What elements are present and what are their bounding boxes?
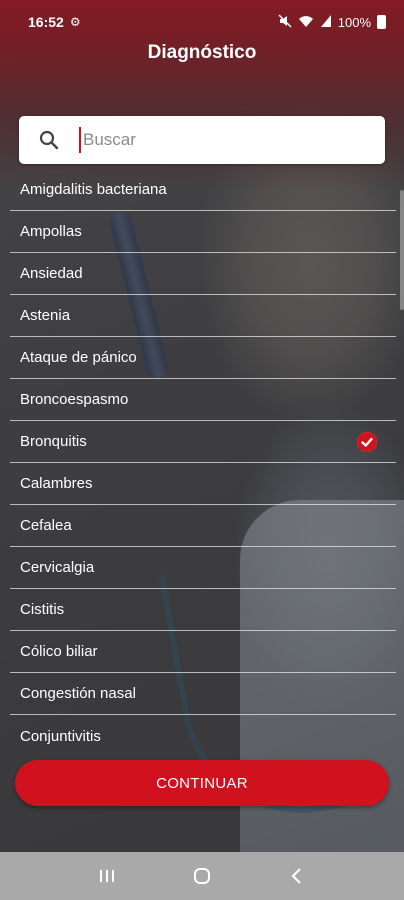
diagnosis-label: Cistitis <box>20 601 65 618</box>
check-circle-icon <box>357 432 377 452</box>
diagnosis-item[interactable]: Ataque de pánico <box>10 337 396 379</box>
diagnosis-item[interactable]: Cefalea <box>10 505 396 547</box>
diagnosis-label: Cefalea <box>20 517 72 534</box>
diagnosis-item[interactable]: Amigdalitis bacteriana <box>10 169 396 211</box>
diagnosis-item[interactable]: Cervicalgia <box>10 547 396 589</box>
settings-gear-icon: ⚙ <box>69 15 81 29</box>
diagnosis-label: Cervicalgia <box>20 559 95 576</box>
diagnosis-list: Amigdalitis bacteriana Ampollas Ansiedad As… <box>10 169 396 757</box>
diagnosis-label: Bronquitis <box>20 433 87 450</box>
diagnosis-item[interactable]: Calambres <box>10 463 396 505</box>
diagnosis-item[interactable]: Ampollas <box>10 211 396 253</box>
status-time: 16:52 <box>28 14 64 30</box>
diagnosis-label: Ampollas <box>20 223 82 240</box>
system-nav-bar <box>0 852 404 900</box>
diagnosis-item[interactable]: Astenia <box>10 295 396 337</box>
search-box[interactable] <box>19 116 385 164</box>
search-input[interactable] <box>79 127 359 153</box>
diagnosis-item[interactable]: Bronquitis <box>10 421 396 463</box>
page-title: Diagnóstico <box>147 42 257 63</box>
diagnosis-item[interactable]: Cistitis <box>10 589 396 631</box>
home-icon[interactable] <box>182 856 222 896</box>
diagnosis-label: Ataque de pánico <box>20 349 137 366</box>
diagnosis-item[interactable]: Cólico biliar <box>10 631 396 673</box>
diagnosis-label: Astenia <box>20 307 71 324</box>
recents-icon[interactable] <box>87 856 127 896</box>
continue-button[interactable]: CONTINUAR <box>15 760 389 806</box>
diagnosis-item[interactable]: Congestión nasal <box>10 673 396 715</box>
diagnosis-label: Broncoespasmo <box>20 391 129 408</box>
search-icon <box>19 130 79 150</box>
back-icon[interactable] <box>277 856 317 896</box>
wifi-icon <box>298 14 314 31</box>
diagnosis-label: Conjuntivitis <box>20 727 101 745</box>
battery-percent: 100% <box>337 14 371 30</box>
status-bar: 16:52 ⚙ 100% <box>0 0 404 44</box>
diagnosis-label: Congestión nasal <box>20 685 136 702</box>
status-icons: 100% <box>278 13 386 31</box>
scrollbar[interactable] <box>400 190 404 310</box>
signal-icon <box>320 14 332 31</box>
diagnosis-item[interactable]: Ansiedad <box>10 253 396 295</box>
diagnosis-label: Ansiedad <box>20 265 83 282</box>
diagnosis-item[interactable]: Conjuntivitis <box>10 715 396 757</box>
diagnosis-item[interactable]: Broncoespasmo <box>10 379 396 421</box>
mute-icon <box>278 13 292 31</box>
diagnosis-label: Calambres <box>20 475 93 492</box>
battery-icon <box>377 15 386 29</box>
diagnosis-label: Cólico biliar <box>20 643 98 660</box>
diagnosis-label: Amigdalitis bacteriana <box>20 181 167 198</box>
